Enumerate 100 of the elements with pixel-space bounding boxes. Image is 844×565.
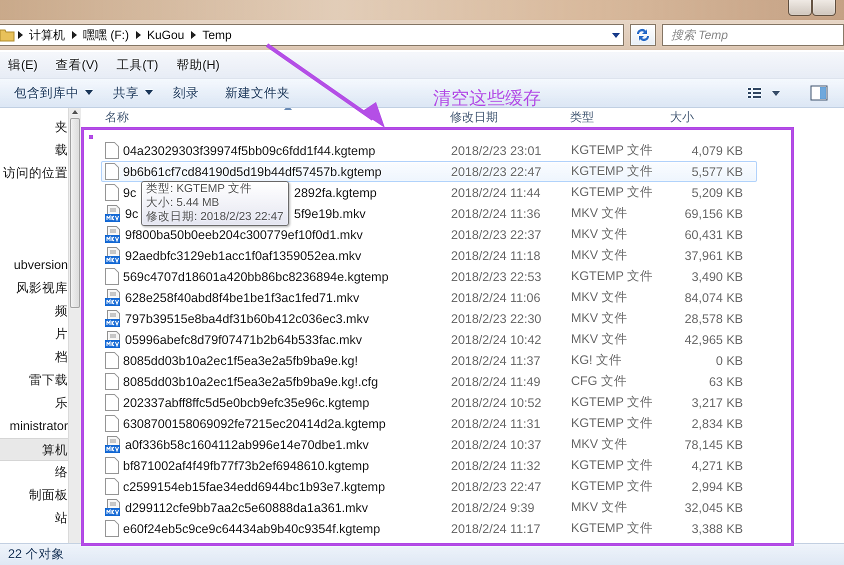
toolbar-button[interactable]: 共享: [105, 82, 161, 104]
file-type: KGTEMP 文件: [570, 394, 654, 411]
file-type: KGTEMP 文件: [570, 184, 654, 201]
menu-item[interactable]: 帮助(H): [168, 54, 228, 76]
chevron-icon[interactable]: [133, 30, 143, 40]
maximize-button[interactable]: [812, 0, 836, 16]
modified-date: 2018/2/24 10:52: [450, 396, 542, 410]
file-name[interactable]: 9c: [125, 206, 138, 220]
file-type: MKV 文件: [570, 436, 629, 453]
menu-item[interactable]: 工具(T): [108, 54, 166, 76]
video-file-icon: [105, 436, 121, 453]
modified-date: 2018/2/24 11:36: [450, 206, 542, 220]
file-name[interactable]: 8085dd03b10a2ec1f5ea3e2a5fb9ba9e.kg!: [123, 354, 358, 368]
video-file-icon: [105, 331, 121, 348]
column-header[interactable]: 类型: [566, 110, 594, 124]
file-name[interactable]: 202337abff8ffc5d5e0bcb9efc35e96c.kgtemp: [123, 396, 370, 410]
video-file-icon: [105, 499, 121, 516]
file-name[interactable]: 9b6b61cf7cd84190d5d19b44df57457b.kgtemp: [123, 164, 382, 178]
file-name[interactable]: 9c: [123, 186, 136, 200]
nav-item[interactable]: 载: [0, 139, 68, 162]
nav-item[interactable]: 络: [0, 461, 68, 484]
toolbar-button[interactable]: 新建文件夹: [217, 82, 298, 104]
file-size: 69,156 KB: [684, 206, 743, 220]
dropdown-icon[interactable]: [609, 30, 623, 40]
document-icon: [105, 520, 119, 537]
breadcrumb[interactable]: Temp: [198, 28, 236, 42]
file-name[interactable]: 9f800ba50b0eeb204c300779ef10f0d1.mkv: [125, 228, 363, 242]
nav-item[interactable]: 算机: [0, 438, 68, 461]
file-name[interactable]: 628e258f40abd8f4be1be1f3ac1fed71.mkv: [125, 290, 360, 304]
nav-item[interactable]: 站: [0, 507, 68, 530]
nav-item[interactable]: 档: [0, 346, 68, 369]
file-name[interactable]: a0f336b58c1604112ab996e14e70dbe1.mkv: [125, 438, 369, 452]
modified-date: 2018/2/23 22:47: [450, 480, 542, 494]
file-name[interactable]: 797b39515e8ba4df31b60b412c036ec3.mkv: [125, 312, 369, 326]
column-header[interactable]: 名称: [101, 110, 129, 124]
modified-date: 2018/2/23 22:47: [450, 164, 542, 178]
file-name[interactable]: d299112cfe9bb7aa2c5e60888da1a361.mkv: [125, 500, 368, 514]
file-size: 63 KB: [708, 374, 743, 388]
file-type: KGTEMP 文件: [570, 520, 654, 537]
file-name[interactable]: 05996abefc8d79f07471b2b64b533fac.mkv: [125, 332, 362, 346]
nav-item[interactable]: 制面板: [0, 484, 68, 507]
file-name[interactable]: 8085dd03b10a2ec1f5ea3e2a5fb9ba9e.kg!.cfg: [123, 374, 378, 388]
nav-item[interactable]: 雷下载: [0, 369, 68, 392]
folder-icon: [0, 27, 15, 43]
nav-item[interactable]: 片: [0, 323, 68, 346]
file-type: MKV 文件: [570, 289, 629, 306]
document-icon: [105, 268, 119, 285]
nav-item[interactable]: 乐: [0, 392, 68, 415]
file-type: MKV 文件: [570, 331, 629, 348]
modified-date: 2018/2/24 11:31: [450, 416, 542, 430]
file-name[interactable]: 04a23029303f39974f5bb09c6fdd1f44.kgtemp: [123, 144, 376, 158]
nav-item[interactable]: 夹: [0, 116, 68, 139]
file-type: CFG 文件: [570, 373, 628, 390]
file-name[interactable]: 92aedbfc3129eb1acc1f0af1359052ea.mkv: [125, 248, 362, 262]
file-name[interactable]: 5f9e19b.mkv: [294, 206, 366, 220]
document-icon: [105, 163, 119, 180]
refresh-button[interactable]: [630, 24, 656, 46]
minimize-button[interactable]: [788, 0, 812, 16]
tooltip-line: 大小: 5.44 MB: [146, 196, 220, 210]
modified-date: 2018/2/24 11:06: [450, 290, 542, 304]
search-field[interactable]: 搜索 Temp: [662, 24, 844, 46]
nav-item[interactable]: 频: [0, 300, 68, 323]
column-header[interactable]: 大小: [666, 110, 694, 124]
column-header[interactable]: 修改日期: [446, 110, 498, 124]
file-size: 32,045 KB: [684, 500, 743, 514]
preview-pane-icon[interactable]: [810, 85, 828, 101]
chevron-icon[interactable]: [188, 30, 198, 40]
nav-item[interactable]: 访问的位置: [0, 162, 68, 185]
annotation-label: 清空这些缓存: [433, 87, 541, 110]
modified-date: 2018/2/23 23:01: [450, 144, 542, 158]
file-name[interactable]: bf871002af4f49fb77f73b2ef6948610.kgtemp: [123, 458, 370, 472]
scrollbar[interactable]: [68, 108, 81, 543]
file-name[interactable]: 569c4707d18601a420bb86bc8236894e.kgtemp: [123, 270, 389, 284]
menu-item[interactable]: 辑(E): [0, 54, 46, 76]
menu-item[interactable]: 查看(V): [48, 54, 106, 76]
nav-item[interactable]: 风影视库: [0, 277, 68, 300]
toolbar-button[interactable]: 包含到库中: [6, 82, 101, 104]
file-size: 3,388 KB: [690, 522, 743, 536]
breadcrumb[interactable]: 计算机: [25, 26, 69, 44]
chevron-icon[interactable]: [15, 30, 25, 40]
file-row[interactable]: 9b6b61cf7cd84190d5d19b44df57457b.kgtemp 2018/2/23 22:47 KGTEMP 文件 5,577 KB: [101, 161, 757, 182]
nav-item[interactable]: ministrator: [0, 415, 68, 438]
file-name[interactable]: 6308700158069092fe7215ec20414d2a.kgtemp: [123, 416, 386, 430]
address-bar[interactable]: 计算机 嘿嘿 (F:) KuGou Temp: [0, 24, 624, 46]
chevron-icon[interactable]: [69, 30, 79, 40]
file-type: MKV 文件: [570, 205, 629, 222]
file-name[interactable]: 2892fa.kgtemp: [294, 186, 377, 200]
file-size: 5,577 KB: [690, 164, 743, 178]
document-icon: [105, 142, 119, 159]
refresh-icon: [635, 28, 651, 42]
toolbar-button[interactable]: 刻录: [165, 82, 207, 104]
nav-item[interactable]: ubversion: [0, 254, 68, 277]
breadcrumb[interactable]: 嘿嘿 (F:): [79, 26, 133, 44]
breadcrumb[interactable]: KuGou: [143, 28, 188, 42]
file-name[interactable]: c2599154eb15fae34edd6944bc1b93e7.kgtemp: [123, 480, 386, 494]
file-name[interactable]: e60f24eb5c9ce9c64434ab9b40c9354f.kgtemp: [123, 522, 380, 536]
file-type: MKV 文件: [570, 247, 629, 264]
document-icon: [105, 184, 119, 201]
video-file-icon: [105, 247, 121, 264]
file-size: 42,965 KB: [684, 332, 743, 346]
